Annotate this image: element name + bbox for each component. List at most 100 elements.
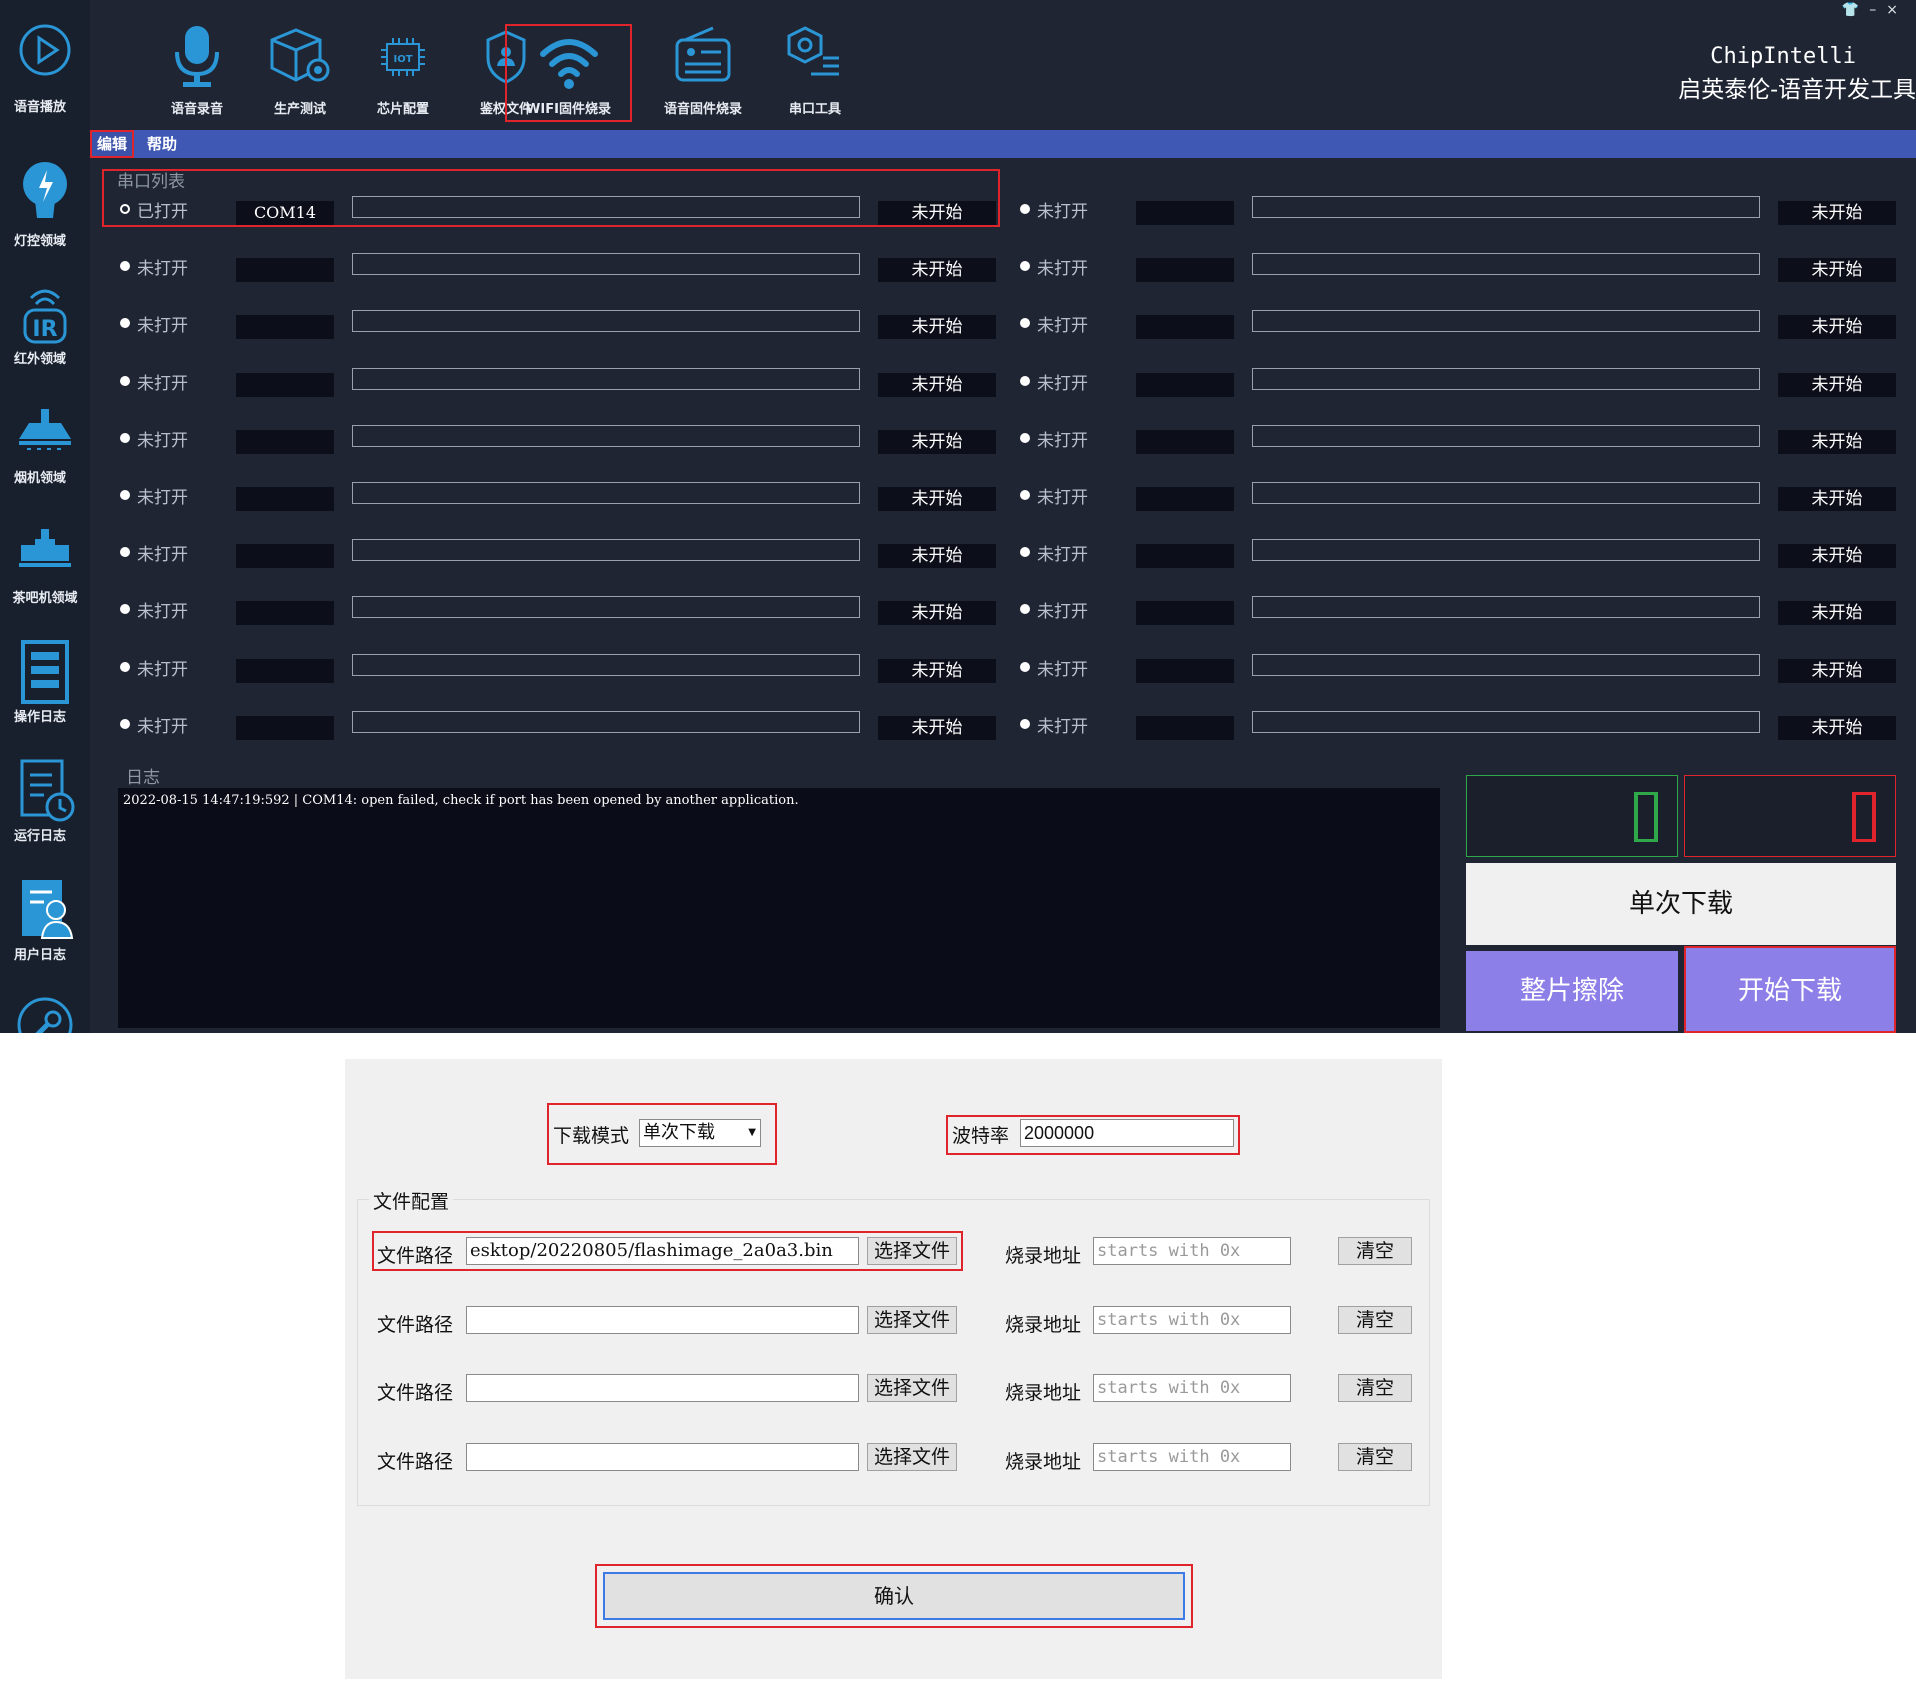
port-status-button[interactable]: 未开始 xyxy=(878,315,996,340)
com-port-select[interactable] xyxy=(236,315,334,340)
fail-count-digit: 0 xyxy=(1852,792,1876,842)
choose-file-button[interactable]: 选择文件 xyxy=(867,1305,957,1334)
port-status-button[interactable]: 未开始 xyxy=(1778,658,1896,683)
port-status-dot xyxy=(120,375,130,386)
choose-file-button[interactable]: 选择文件 xyxy=(867,1374,957,1402)
tool-voice-record[interactable]: 语音录音 xyxy=(142,22,252,120)
port-status-button[interactable]: 未开始 xyxy=(1778,201,1896,225)
file-path-input[interactable] xyxy=(466,1442,859,1471)
com-port-select[interactable] xyxy=(1136,658,1234,683)
port-row: 未打开 未开始 xyxy=(1020,366,1900,397)
clear-button[interactable]: 清空 xyxy=(1338,1374,1412,1402)
com-port-select[interactable] xyxy=(236,601,334,626)
port-state: 未打开 xyxy=(1037,602,1088,623)
com-port-select[interactable] xyxy=(236,258,334,283)
port-state: 已打开 xyxy=(137,202,188,222)
file-path-input[interactable] xyxy=(466,1305,859,1334)
file-path-input[interactable]: esktop/20220805/flashimage_2a0a3.bin xyxy=(466,1237,859,1265)
burn-address-input[interactable]: starts with 0x xyxy=(1093,1374,1291,1402)
port-status-button[interactable]: 未开始 xyxy=(878,544,996,569)
port-status-button[interactable]: 未开始 xyxy=(1778,258,1896,283)
burn-address-input[interactable]: starts with 0x xyxy=(1093,1237,1291,1265)
clear-button[interactable]: 清空 xyxy=(1338,1237,1412,1265)
port-status-button[interactable]: 未开始 xyxy=(1778,544,1896,569)
com-port-select[interactable] xyxy=(1136,372,1234,397)
skin-button[interactable]: 👕 xyxy=(1842,2,1869,18)
sidebar-item-userlog[interactable]: 用户日志 xyxy=(0,876,90,986)
port-row: 未打开 未开始 xyxy=(1020,251,1900,283)
port-status-dot xyxy=(1020,261,1030,272)
com-port-select[interactable] xyxy=(236,429,334,454)
com-port-select[interactable] xyxy=(236,658,334,683)
confirm-button[interactable]: 确认 xyxy=(603,1572,1185,1620)
port-status-button[interactable]: 未开始 xyxy=(1778,315,1896,340)
port-status-button[interactable]: 未开始 xyxy=(878,258,996,283)
sidebar-item-hood[interactable]: 烟机领域 xyxy=(0,405,90,515)
start-download-button[interactable]: 开始下载 xyxy=(1684,946,1896,1033)
port-status-button[interactable]: 未开始 xyxy=(878,201,996,225)
com-port-select[interactable] xyxy=(1136,715,1234,740)
port-status-button[interactable]: 未开始 xyxy=(1778,429,1896,454)
menu-help[interactable]: 帮助 xyxy=(142,130,182,158)
download-progress-bar xyxy=(352,253,860,276)
com-port-select[interactable] xyxy=(1136,429,1234,454)
com-port-select[interactable] xyxy=(1136,315,1234,340)
com-port-select[interactable] xyxy=(1136,258,1234,283)
port-status-button[interactable]: 未开始 xyxy=(878,601,996,626)
port-status-button[interactable]: 未开始 xyxy=(878,658,996,683)
port-status-button[interactable]: 未开始 xyxy=(878,715,996,740)
choose-file-button[interactable]: 选择文件 xyxy=(867,1237,957,1265)
clear-button[interactable]: 清空 xyxy=(1338,1442,1412,1471)
burn-address-input[interactable]: starts with 0x xyxy=(1093,1305,1291,1334)
chip-erase-button[interactable]: 整片擦除 xyxy=(1466,951,1678,1031)
dropdown-arrow-icon: ▼ xyxy=(748,1127,756,1138)
sidebar-item-light[interactable]: 灯控领域 xyxy=(0,160,90,270)
port-status-button[interactable]: 未开始 xyxy=(1778,601,1896,626)
sidebar-item-tea[interactable]: 茶吧机领域 xyxy=(0,525,90,635)
port-status-button[interactable]: 未开始 xyxy=(1778,372,1896,397)
download-progress-bar xyxy=(352,424,860,447)
port-status-button[interactable]: 未开始 xyxy=(1778,487,1896,511)
file-path-input[interactable] xyxy=(466,1374,859,1402)
sidebar-item-tools[interactable] xyxy=(0,995,90,1033)
download-progress-bar xyxy=(352,710,860,733)
sidebar-item-oplog[interactable]: 操作日志 xyxy=(0,638,90,748)
choose-file-button[interactable]: 选择文件 xyxy=(867,1442,957,1471)
clear-button[interactable]: 清空 xyxy=(1338,1305,1412,1334)
tool-wifi-firmware[interactable]: WIFI固件烧录 xyxy=(505,24,632,122)
menu-edit[interactable]: 编辑 xyxy=(90,130,135,158)
port-status-dot xyxy=(120,318,130,329)
sidebar-item-runlog[interactable]: 运行日志 xyxy=(0,757,90,867)
download-mode-select[interactable]: 单次下载 ▼ xyxy=(639,1119,761,1147)
com-port-select[interactable] xyxy=(1136,487,1234,511)
play-nav-item[interactable]: 语音播放 xyxy=(0,22,90,132)
tool-chip-config[interactable]: IOT 芯片配置 xyxy=(348,22,458,120)
download-progress-bar xyxy=(1252,539,1760,562)
com-port-select[interactable] xyxy=(236,487,334,511)
com-port-select[interactable]: COM14 xyxy=(236,201,334,225)
com-port-select[interactable] xyxy=(236,372,334,397)
close-button[interactable]: × xyxy=(1886,2,1908,18)
log-output[interactable]: 2022-08-15 14:47:19:592 | COM14: open fa… xyxy=(118,788,1440,1028)
port-status-button[interactable]: 未开始 xyxy=(878,372,996,397)
com-port-select[interactable] xyxy=(1136,601,1234,626)
port-status-button[interactable]: 未开始 xyxy=(878,429,996,454)
baud-rate-input[interactable]: 2000000 xyxy=(1020,1119,1234,1147)
burn-address-input[interactable]: starts with 0x xyxy=(1093,1442,1291,1471)
log-line: 2022-08-15 14:47:19:592 | COM14: open fa… xyxy=(123,793,799,808)
iot-chip-icon: IOT xyxy=(381,38,425,76)
tool-voice-firmware[interactable]: 语音固件烧录 xyxy=(643,22,763,120)
com-port-select[interactable] xyxy=(1136,544,1234,569)
single-download-button[interactable]: 单次下载 xyxy=(1466,863,1896,945)
tool-production-test[interactable]: 生产测试 xyxy=(245,22,355,120)
com-port-select[interactable] xyxy=(1136,201,1234,225)
main-window: 语音播放 灯控领域 IR 红外领域 烟机领域 茶吧机领域 操作日志 运行日志 用 xyxy=(0,0,1916,1033)
com-port-select[interactable] xyxy=(236,715,334,740)
com-port-select[interactable] xyxy=(236,544,334,569)
sidebar-item-ir[interactable]: IR 红外领域 xyxy=(0,280,90,390)
minimize-button[interactable]: – xyxy=(1869,2,1886,18)
tool-serial[interactable]: 串口工具 xyxy=(760,22,870,120)
log-title: 日志 xyxy=(126,768,160,788)
port-status-button[interactable]: 未开始 xyxy=(878,487,996,511)
port-status-button[interactable]: 未开始 xyxy=(1778,715,1896,740)
